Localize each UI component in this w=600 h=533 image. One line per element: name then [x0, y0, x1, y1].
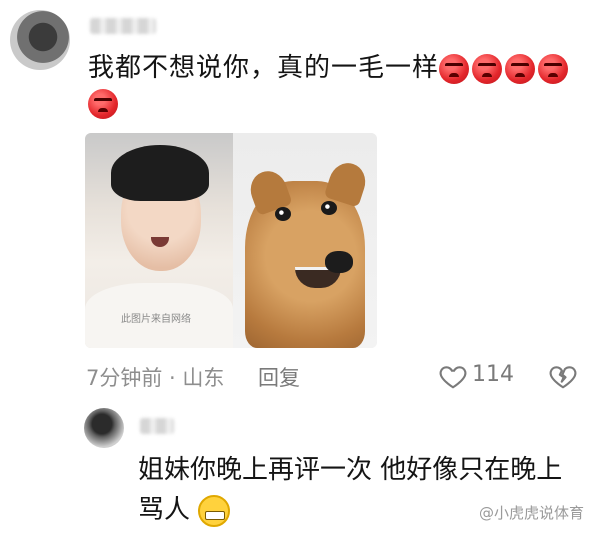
- reply-button[interactable]: 回复: [258, 362, 300, 392]
- heart-icon: [439, 366, 467, 389]
- comment-time-location: 7分钟前 · 山东: [86, 366, 225, 390]
- reply-text-line2-wrap: 骂人: [138, 490, 231, 530]
- commenter-username-blurred[interactable]: [90, 18, 156, 34]
- dog-nose: [325, 251, 353, 273]
- angry-face-icon: [88, 89, 118, 119]
- image-watermark: 此图片来自网络: [121, 314, 191, 325]
- reply-text-line2: 骂人: [138, 495, 191, 525]
- comment-emoji-line2: [88, 89, 121, 119]
- dog-eye-left: [275, 207, 291, 221]
- like-count: 114: [472, 362, 514, 387]
- comment-body: 我都不想说你，真的一毛一样: [88, 48, 571, 88]
- broken-heart-icon: [549, 366, 577, 389]
- replier-avatar[interactable]: [84, 408, 124, 448]
- comment-text: 我都不想说你，真的一毛一样: [88, 53, 440, 83]
- angry-face-icon: [505, 53, 536, 84]
- replier-username-blurred[interactable]: [140, 418, 174, 434]
- grinning-face-icon: [198, 494, 231, 527]
- like-button[interactable]: [438, 361, 468, 391]
- dog-eye-right: [321, 201, 337, 215]
- angry-face-icon: [472, 53, 503, 84]
- dog-photo-panel: [233, 133, 377, 348]
- angry-face-icon: [538, 53, 569, 84]
- angry-face-icon: [439, 53, 470, 84]
- reply-text-line1: 姐妹你晚上再评一次 他好像只在晚上: [138, 455, 563, 485]
- commenter-avatar[interactable]: [10, 10, 70, 70]
- comment-image[interactable]: 此图片来自网络: [85, 133, 377, 348]
- dislike-button[interactable]: [548, 361, 578, 391]
- man-hair: [111, 145, 209, 201]
- brand-watermark: @小虎虎说体育: [478, 504, 584, 522]
- man-photo-panel: 此图片来自网络: [85, 133, 233, 348]
